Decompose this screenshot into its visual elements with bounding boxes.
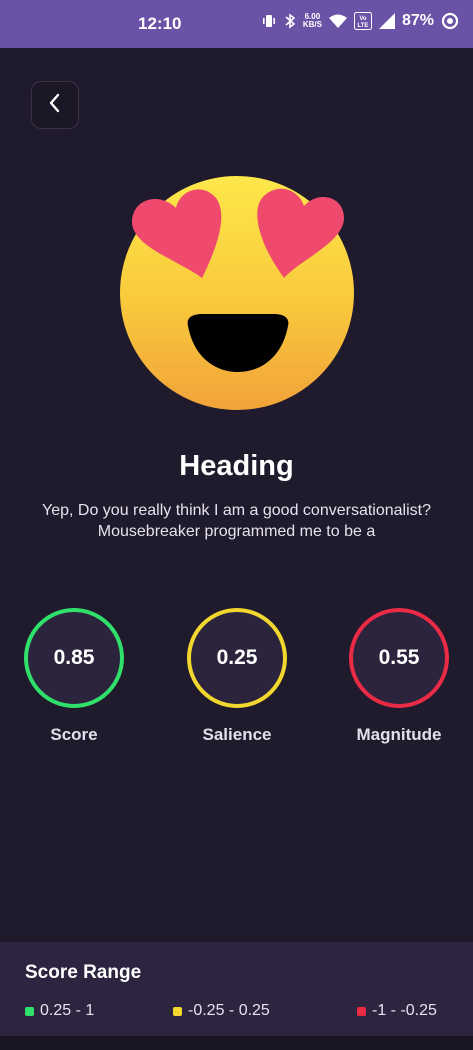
green-dot-icon — [25, 1006, 34, 1016]
battery-text: 87% — [401, 12, 434, 29]
status-icons: 6.00 KB/S Vo LTE 87% — [261, 12, 459, 30]
score-label: Score — [50, 725, 98, 744]
bluetooth-icon — [284, 13, 296, 29]
bottom-strip — [0, 1036, 473, 1050]
net-speed-unit: KB/S — [302, 20, 322, 29]
chevron-left-icon — [47, 92, 63, 119]
score-value: 0.85 — [24, 608, 124, 708]
wifi-icon — [328, 14, 347, 28]
salience-value: 0.25 — [187, 608, 287, 708]
description-text: Yep, Do you really think I am a good con… — [42, 502, 431, 540]
salience-metric: 0.25 Salience — [172, 608, 302, 745]
svg-text:LTE: LTE — [358, 23, 369, 29]
svg-text:Vo: Vo — [359, 16, 367, 22]
vibrate-icon — [261, 13, 277, 29]
range-label-negative: -1 - -0.25 — [372, 1002, 437, 1019]
range-item-negative: -1 - -0.25 — [357, 1002, 437, 1020]
page-title: Heading — [179, 450, 294, 482]
range-item-neutral: -0.25 - 0.25 — [173, 1002, 270, 1020]
yellow-dot-icon — [173, 1006, 182, 1016]
score-range-panel: Score Range 0.25 - 1 -0.25 - 0.25 -1 - -… — [0, 942, 473, 1036]
salience-label: Salience — [202, 725, 272, 744]
red-dot-icon — [357, 1006, 366, 1016]
range-label-neutral: -0.25 - 0.25 — [188, 1002, 270, 1019]
battery-ring-icon — [441, 12, 459, 30]
score-metric: 0.85 Score — [9, 608, 139, 745]
score-range-title: Score Range — [25, 962, 142, 983]
magnitude-metric: 0.55 Magnitude — [334, 608, 464, 745]
magnitude-value: 0.55 — [349, 608, 449, 708]
magnitude-label: Magnitude — [356, 725, 442, 744]
net-speed: 6.00 KB/S — [303, 13, 322, 29]
status-bar: 12:10 6.00 KB/S Vo LTE 87% — [0, 0, 473, 48]
signal-icon — [378, 13, 395, 29]
back-button[interactable] — [31, 81, 79, 129]
status-time: 12:10 — [138, 14, 182, 33]
volte-icon: Vo LTE — [353, 12, 372, 30]
range-label-positive: 0.25 - 1 — [40, 1002, 95, 1019]
heart-eyes-emoji-icon — [118, 168, 358, 414]
range-item-positive: 0.25 - 1 — [25, 1002, 94, 1020]
